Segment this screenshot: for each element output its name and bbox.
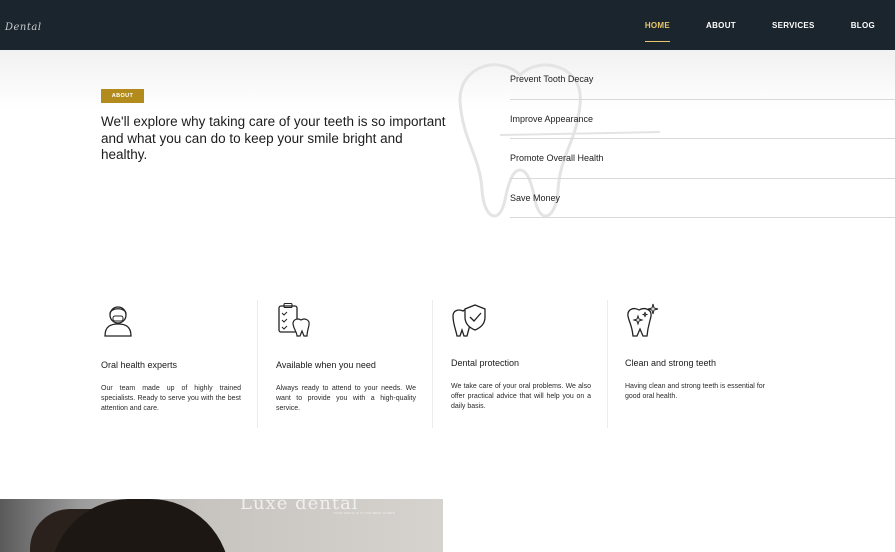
site-logo[interactable]: Dental — [5, 22, 42, 33]
benefit-item: Improve Appearance — [510, 100, 895, 139]
nav-services[interactable]: SERVICES — [772, 21, 815, 30]
feature-description: Always ready to attend to your needs. We… — [276, 385, 416, 412]
feature-divider — [607, 300, 608, 428]
nav-about[interactable]: ABOUT — [706, 21, 736, 30]
feature-card: Oral health experts Our team made up of … — [101, 300, 241, 428]
feature-description: Our team made up of highly trained speci… — [101, 385, 241, 412]
shield-tooth-icon — [452, 304, 486, 337]
dentist-icon — [104, 306, 132, 337]
benefits-list: Prevent Tooth Decay Improve Appearance P… — [510, 60, 895, 218]
feature-title: Clean and strong teeth — [625, 358, 717, 368]
nav-blog[interactable]: BLOG — [851, 21, 875, 30]
about-headline: We'll explore why taking care of your te… — [101, 114, 446, 162]
feature-title: Oral health experts — [101, 360, 178, 370]
feature-title: Dental protection — [451, 358, 520, 368]
benefit-item: Prevent Tooth Decay — [510, 60, 895, 100]
about-badge: ABOUT — [101, 89, 144, 103]
feature-description: We take care of your oral problems. We a… — [451, 383, 591, 410]
benefit-item: Promote Overall Health — [510, 139, 895, 179]
nav-links: HOME ABOUT SERVICES BLOG — [609, 0, 875, 50]
clinic-photo: Luxe dental YOUR SMILE IS IN THE BEST HA… — [0, 499, 443, 552]
photo-brand-subtitle: YOUR SMILE IS IN THE BEST HANDS — [333, 511, 396, 515]
checklist-tooth-icon — [278, 302, 310, 337]
feature-card: Available when you need Always ready to … — [276, 300, 416, 428]
top-navbar: Dental HOME ABOUT SERVICES BLOG — [0, 0, 895, 50]
features-section: Oral health experts Our team made up of … — [101, 300, 801, 430]
feature-card: Clean and strong teeth Having clean and … — [625, 300, 765, 428]
nav-home[interactable]: HOME — [644, 21, 671, 42]
benefit-item: Save Money — [510, 179, 895, 218]
feature-divider — [257, 300, 258, 428]
feature-divider — [432, 300, 433, 428]
feature-card: Dental protection We take care of your o… — [451, 300, 591, 428]
feature-title: Available when you need — [276, 360, 376, 370]
feature-description: Having clean and strong teeth is essenti… — [625, 383, 765, 400]
sparkle-tooth-icon — [627, 303, 659, 337]
